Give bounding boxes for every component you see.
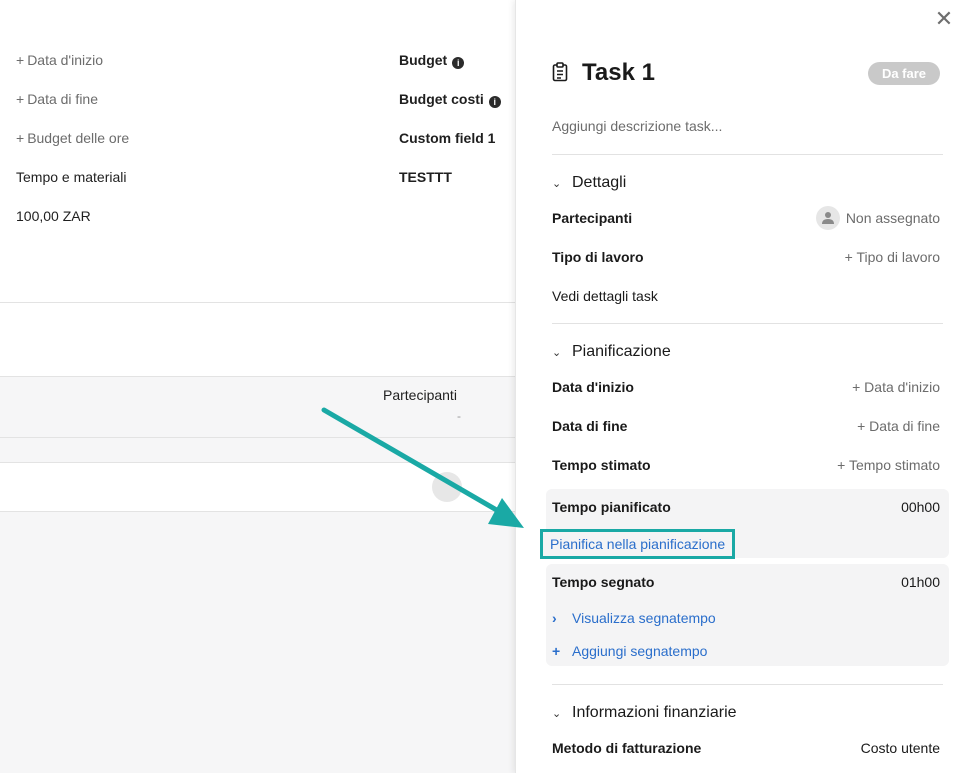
task-details-link-row: Vedi dettagli task	[552, 285, 940, 307]
estimated-time-row: Tempo stimato + Tempo stimato	[552, 454, 940, 476]
section-financial-toggle[interactable]: ⌄ Informazioni finanziarie	[552, 702, 737, 724]
status-badge[interactable]: Da fare	[868, 62, 940, 85]
end-date-add-button[interactable]: + Data di fine	[857, 415, 940, 437]
avatar[interactable]	[432, 472, 462, 502]
participants-row: Partecipanti Non assegnato	[552, 206, 940, 231]
info-icon[interactable]: i	[452, 57, 465, 69]
divider	[552, 323, 943, 324]
task-description-input[interactable]: Aggiungi descrizione task...	[552, 116, 722, 136]
budget-value: 100,00 ZAR	[16, 208, 91, 224]
cost-budget-label: Budget costi i	[399, 89, 501, 109]
divider	[552, 154, 943, 155]
add-end-date[interactable]: + Data di fine	[16, 89, 98, 109]
add-timesheet-link[interactable]: + Aggiungi segnatempo	[552, 640, 707, 662]
plus-icon: +	[16, 91, 25, 107]
close-icon[interactable]: ✕	[934, 8, 954, 30]
table-separator	[0, 438, 515, 462]
section-details-toggle[interactable]: ⌄ Dettagli	[552, 172, 626, 194]
work-type-row: Tipo di lavoro + Tipo di lavoro	[552, 246, 940, 268]
work-type-add-button[interactable]: + Tipo di lavoro	[845, 246, 940, 268]
logged-time-value: 01h00	[901, 574, 940, 590]
view-timesheet-link[interactable]: › Visualizza segnatempo	[552, 607, 716, 629]
start-date-row: Data d'inizio + Data d'inizio	[552, 376, 940, 398]
billing-method-selector[interactable]: Costo utente	[861, 737, 940, 759]
task-side-panel: ✕ Task 1 Da fare Aggiungi descrizione ta…	[515, 0, 974, 773]
chevron-down-icon: ⌄	[552, 708, 562, 720]
billing-method-row: Metodo di fatturazione Costo utente	[552, 737, 940, 759]
logged-time-row: Tempo segnato 01h00	[552, 571, 940, 593]
task-details-link[interactable]: Vedi dettagli task	[552, 285, 658, 307]
billing-type-value: Tempo e materiali	[16, 169, 127, 185]
planned-time-value: 00h00	[901, 499, 940, 515]
participants-selector[interactable]: Non assegnato	[815, 206, 940, 231]
section-planning-toggle[interactable]: ⌄ Pianificazione	[552, 341, 671, 363]
custom-field-label: Custom field 1	[399, 130, 496, 146]
plan-in-planner-link[interactable]: Pianifica nella pianificazione	[540, 529, 736, 559]
table-header: Partecipanti -	[0, 376, 515, 438]
plus-icon: +	[552, 643, 561, 659]
background-gap	[0, 304, 515, 376]
project-fields: + Data d'inizio + Data di fine + Budget del…	[0, 0, 515, 303]
end-date-row: Data di fine + Data di fine	[552, 415, 940, 437]
chevron-down-icon: ⌄	[552, 178, 562, 190]
planned-time-row: Tempo pianificato 00h00	[552, 496, 940, 518]
add-hours-budget[interactable]: + Budget delle ore	[16, 128, 129, 148]
budget-label: Budget i	[399, 50, 465, 70]
custom-field-value: TESTTT	[399, 169, 452, 185]
user-icon	[815, 206, 840, 231]
column-header-dash: -	[457, 409, 461, 423]
column-header-participants: Partecipanti	[383, 387, 457, 403]
chevron-down-icon: ⌄	[552, 347, 562, 359]
plus-icon: +	[16, 52, 25, 68]
task-title[interactable]: Task 1	[582, 58, 655, 88]
background-empty-area	[0, 512, 515, 773]
add-start-date[interactable]: + Data d'inizio	[16, 50, 103, 70]
info-icon[interactable]: i	[488, 96, 501, 108]
plus-icon: +	[16, 130, 25, 146]
clipboard-icon	[552, 62, 568, 82]
table-row[interactable]	[0, 462, 515, 512]
background-page: + Data d'inizio + Data di fine + Budget del…	[0, 0, 515, 773]
chevron-right-icon: ›	[552, 610, 557, 626]
divider	[552, 684, 943, 685]
estimated-time-add-button[interactable]: + Tempo stimato	[837, 454, 940, 476]
start-date-add-button[interactable]: + Data d'inizio	[852, 376, 940, 398]
